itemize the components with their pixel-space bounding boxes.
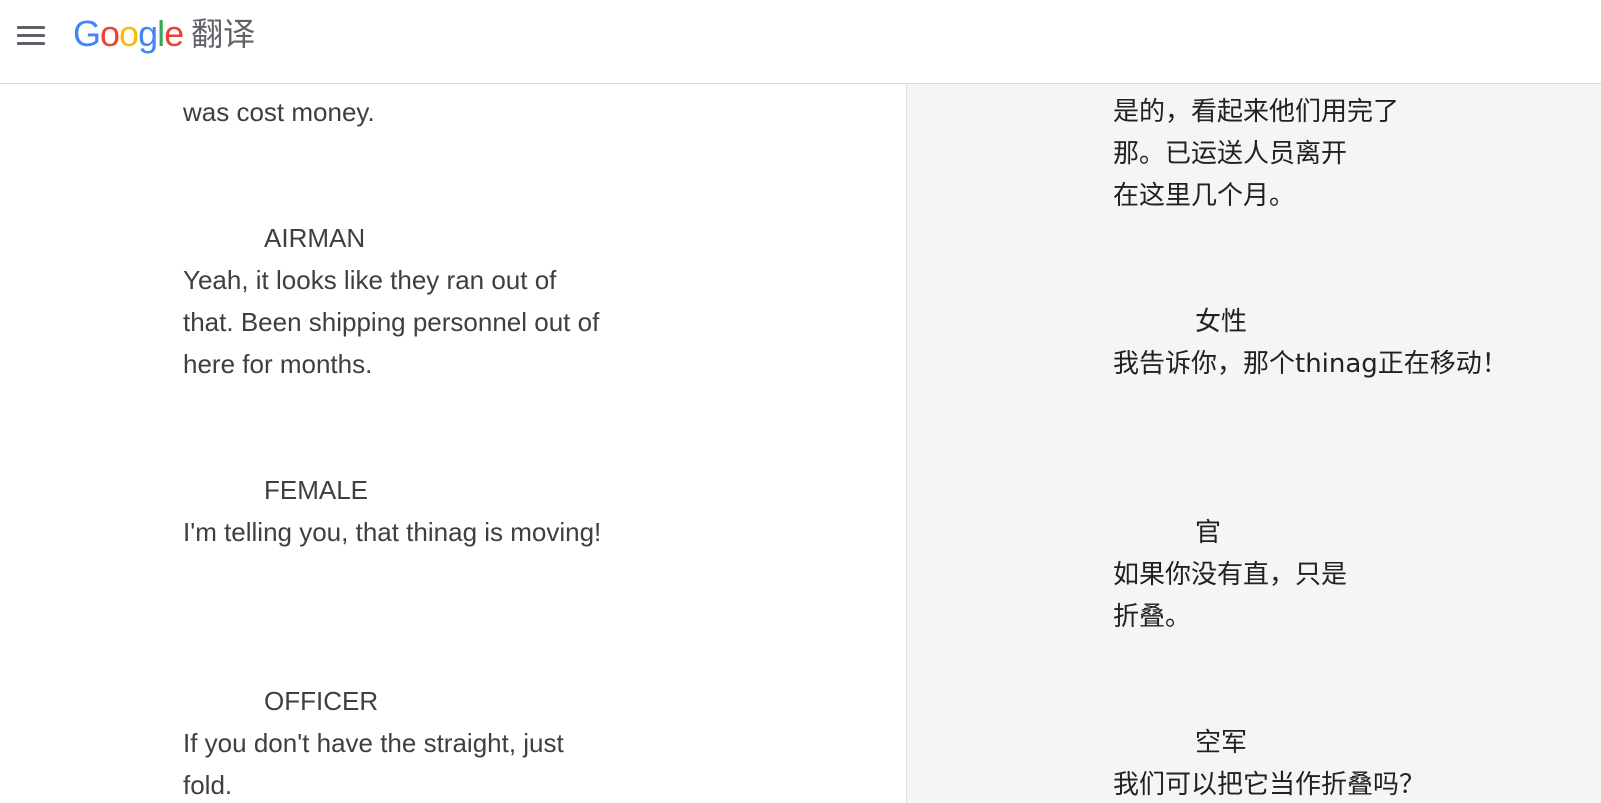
source-line: fold. (183, 770, 233, 800)
translation-speaker: 女性 (1195, 307, 1248, 337)
translation-line: 如果你没有直，只是 (1113, 560, 1348, 590)
source-line: I'm telling you, that thinag is moving! (183, 517, 602, 547)
translation-line: 我告诉你，那个thinag正在移动！ (1113, 349, 1508, 379)
translation-line: 那。已运送人员离开 (1113, 139, 1348, 169)
translation-speaker: 空军 (1195, 728, 1248, 758)
source-document-pane: was cost money. AIRMAN Yeah, it looks li… (0, 84, 906, 803)
translation-line: 折叠。 (1113, 602, 1192, 632)
google-wordmark: Google (73, 13, 184, 54)
translation-speaker: 官 (1195, 518, 1222, 548)
translation-line: 我们可以把它当作折叠吗？ (1113, 770, 1426, 800)
source-speaker: AIRMAN (264, 223, 366, 253)
source-line: was cost money. (183, 97, 375, 127)
source-speaker: FEMALE (264, 475, 369, 505)
source-line: Yeah, it looks like they ran out of (183, 265, 557, 295)
app-header: Google 翻译 (0, 0, 1601, 84)
translation-line: 是的，看起来他们用完了 (1113, 97, 1400, 127)
product-name: 翻译 (191, 15, 256, 53)
source-line: that. Been shipping personnel out of (183, 307, 600, 337)
menu-icon[interactable] (14, 18, 48, 52)
source-line: If you don't have the straight, just (183, 728, 564, 758)
translation-line: 在这里几个月。 (1113, 181, 1296, 211)
translation-pane: 是的，看起来他们用完了 那。已运送人员离开 在这里几个月。 女性 我告诉你，那个… (906, 84, 1601, 803)
google-translate-logo[interactable]: Google 翻译 (73, 12, 255, 56)
source-line: here for months. (183, 349, 373, 379)
source-speaker: OFFICER (264, 686, 379, 716)
